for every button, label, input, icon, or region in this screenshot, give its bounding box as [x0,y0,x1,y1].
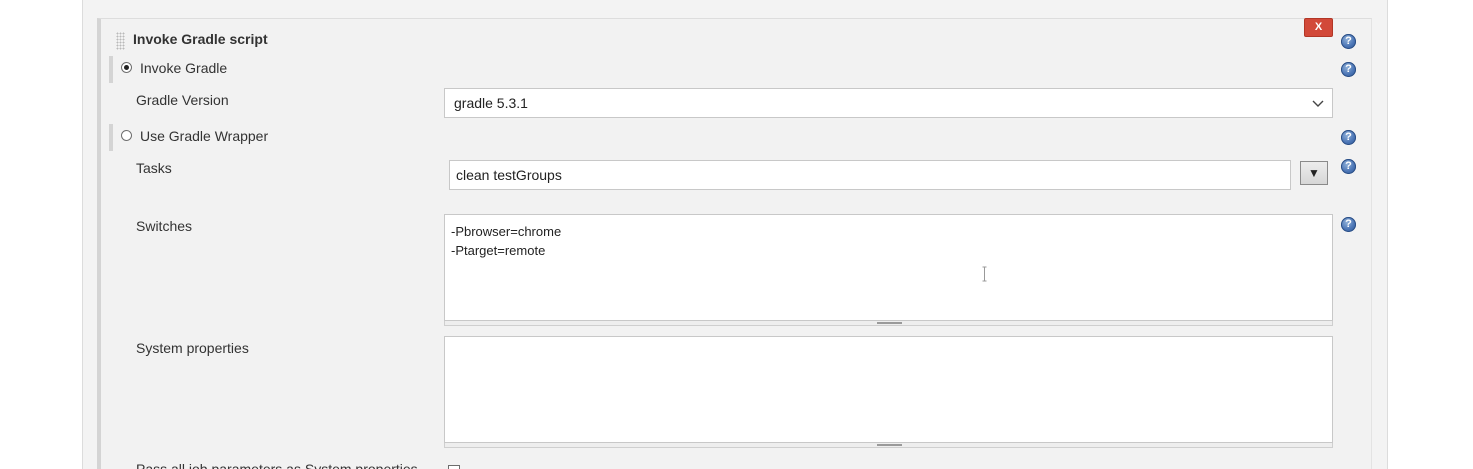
invoke-gradle-label[interactable]: Invoke Gradle [140,60,227,76]
switches-textarea-wrap: -Pbrowser=chrome -Ptarget=remote [444,214,1333,326]
chevron-down-icon [1312,100,1324,107]
help-icon[interactable]: ? [1341,62,1356,77]
invoke-gradle-radio[interactable] [121,62,132,73]
delete-step-button[interactable]: X [1304,18,1333,37]
system-properties-textarea[interactable] [444,336,1333,443]
help-icon[interactable]: ? [1341,34,1356,49]
pass-job-params-checkbox[interactable] [448,465,460,469]
switches-resize-handle[interactable] [444,321,1333,326]
gradle-version-label: Gradle Version [136,92,229,108]
system-properties-label: System properties [136,340,249,356]
use-gradle-wrapper-label[interactable]: Use Gradle Wrapper [140,128,268,144]
switches-textarea[interactable]: -Pbrowser=chrome -Ptarget=remote [444,214,1333,321]
drag-handle-icon[interactable] [116,32,125,50]
system-properties-textarea-wrap [444,336,1333,448]
page: Invoke Gradle script X ? Invoke Gradle ?… [0,0,1473,469]
text-cursor-icon [982,266,987,282]
pass-job-params-label: Pass all job parameters as System proper… [136,461,418,469]
use-gradle-wrapper-radio[interactable] [121,130,132,141]
switches-label: Switches [136,218,193,234]
tasks-dropdown-button[interactable]: ▼ [1300,161,1328,185]
tasks-input[interactable]: clean testGroups [449,160,1291,190]
help-icon[interactable]: ? [1341,130,1356,145]
tasks-label: Tasks [136,160,172,176]
radio-group-bar [109,124,113,151]
system-properties-resize-handle[interactable] [444,443,1333,448]
help-icon[interactable]: ? [1341,159,1356,174]
section-title: Invoke Gradle script [133,31,268,47]
gradle-version-select[interactable]: gradle 5.3.1 [444,88,1333,118]
help-icon[interactable]: ? [1341,217,1356,232]
gradle-version-value: gradle 5.3.1 [454,95,528,111]
radio-group-bar [109,56,113,83]
